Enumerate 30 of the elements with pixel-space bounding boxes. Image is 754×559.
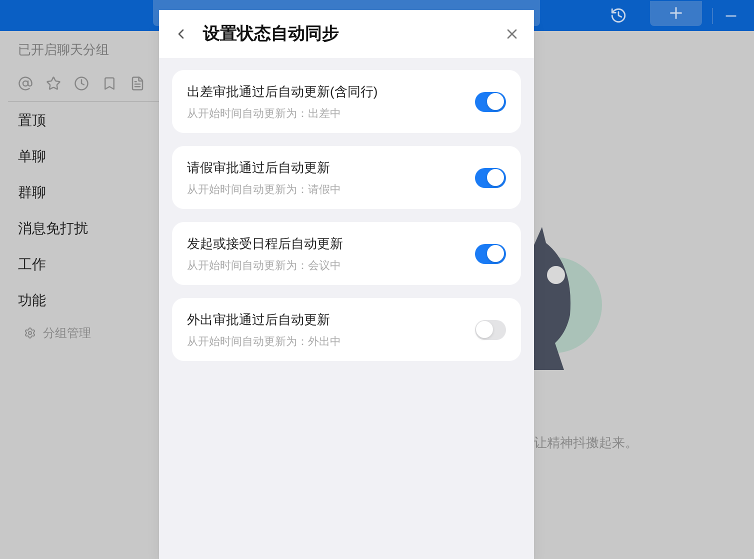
clock-icon[interactable] bbox=[74, 76, 89, 91]
sidebar-item[interactable]: 置顶 bbox=[18, 102, 159, 138]
option-hint: 从开始时间自动更新为：出差中 bbox=[187, 106, 342, 120]
plus-icon bbox=[667, 4, 685, 22]
toggle-switch[interactable] bbox=[475, 320, 506, 340]
sidebar-header: 已开启聊天分组 bbox=[18, 41, 110, 59]
option-label: 发起或接受日程后自动更新 bbox=[187, 234, 343, 252]
at-sign-icon[interactable] bbox=[18, 76, 33, 91]
slogan: 让精神抖擞起来。 bbox=[534, 434, 638, 452]
option-label: 出差审批通过后自动更新(含同行) bbox=[187, 82, 378, 100]
dialog-title: 设置状态自动同步 bbox=[203, 23, 339, 46]
star-icon[interactable] bbox=[46, 76, 61, 91]
option-hint: 从开始时间自动更新为：请假中 bbox=[187, 182, 341, 196]
bookmark-icon[interactable] bbox=[102, 76, 117, 91]
add-button[interactable] bbox=[650, 0, 702, 26]
sidebar-item[interactable]: 单聊 bbox=[18, 138, 159, 174]
file-icon[interactable] bbox=[130, 76, 145, 91]
option-label: 请假审批通过后自动更新 bbox=[187, 158, 331, 176]
toggle-switch[interactable] bbox=[475, 92, 506, 112]
sidebar-item[interactable]: 功能 bbox=[18, 282, 159, 318]
toggle-switch[interactable] bbox=[475, 244, 506, 264]
option-hint: 从开始时间自动更新为：外出中 bbox=[187, 334, 341, 348]
settings-icon bbox=[24, 327, 36, 339]
toggle-switch[interactable] bbox=[475, 168, 506, 188]
sidebar-item[interactable]: 群聊 bbox=[18, 174, 159, 210]
option-hint: 从开始时间自动更新为：会议中 bbox=[187, 258, 342, 272]
sidebar-item[interactable]: 消息免打扰 bbox=[18, 210, 159, 246]
option-label: 外出审批通过后自动更新 bbox=[187, 310, 331, 328]
sidebar-item[interactable]: 工作 bbox=[18, 246, 159, 282]
history-icon[interactable] bbox=[610, 7, 627, 24]
